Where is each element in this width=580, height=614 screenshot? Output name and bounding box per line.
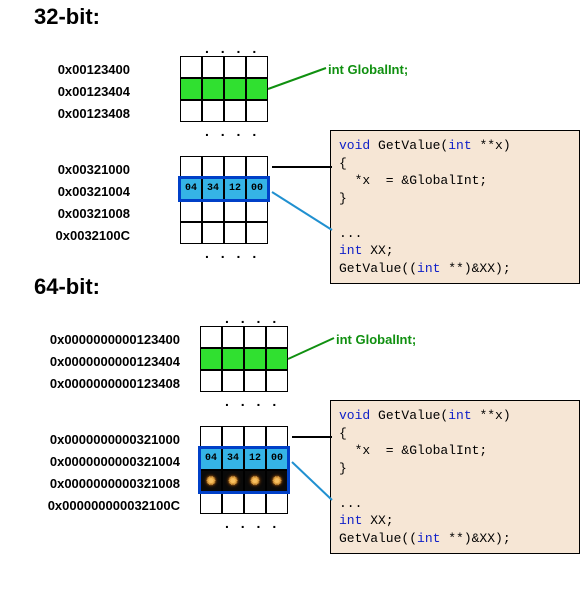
byte-cell: 34 [222, 448, 244, 470]
diagram: 32-bit: . . . . 0x00123400 0x00123404 0x… [0, 0, 580, 614]
addr-64-b0: 0x0000000000321000 [0, 432, 180, 447]
mem-grid-32-top [180, 56, 268, 122]
overflow-icon: ✺ [244, 470, 266, 492]
mem-grid-64-top [200, 326, 288, 392]
overflow-icon: ✺ [200, 470, 222, 492]
addr-64-2: 0x0000000000123408 [0, 376, 180, 391]
addr-64-1: 0x0000000000123404 [0, 354, 180, 369]
code-box-32: void GetValue(int **x) { *x = &GlobalInt… [330, 130, 580, 284]
addr-64-b2: 0x0000000000321008 [0, 476, 180, 491]
byte-cell: 04 [180, 178, 202, 200]
addr-32-2: 0x00123408 [20, 106, 130, 121]
title-64bit: 64-bit: [34, 274, 100, 300]
addr-32-b0: 0x00321000 [20, 162, 130, 177]
addr-64-0: 0x0000000000123400 [0, 332, 180, 347]
code-box-64: void GetValue(int **x) { *x = &GlobalInt… [330, 400, 580, 554]
byte-cell: 34 [202, 178, 224, 200]
byte-cell: 00 [266, 448, 288, 470]
byte-cell: 00 [246, 178, 268, 200]
addr-64-b3: 0x000000000032100C [0, 498, 180, 513]
addr-32-b1: 0x00321004 [20, 184, 130, 199]
ellipsis: . . . . [205, 40, 260, 56]
ellipsis: . . . . [225, 515, 280, 531]
ellipsis: . . . . [225, 393, 280, 409]
byte-cell: 12 [224, 178, 246, 200]
addr-64-b1: 0x0000000000321004 [0, 454, 180, 469]
ellipsis: . . . . [205, 123, 260, 139]
label-globalint-32: int GlobalInt; [328, 62, 408, 77]
addr-32-b3: 0x0032100C [20, 228, 130, 243]
mem-grid-32-bot: 04 34 12 00 [180, 156, 268, 244]
byte-cell: 12 [244, 448, 266, 470]
ellipsis: . . . . [205, 245, 260, 261]
mem-grid-64-bot: 04 34 12 00 ✺ ✺ ✺ ✺ [200, 426, 288, 514]
addr-32-0: 0x00123400 [20, 62, 130, 77]
overflow-icon: ✺ [266, 470, 288, 492]
overflow-icon: ✺ [222, 470, 244, 492]
ellipsis: . . . . [225, 310, 280, 326]
title-32bit: 32-bit: [34, 4, 100, 30]
addr-32-1: 0x00123404 [20, 84, 130, 99]
byte-cell: 04 [200, 448, 222, 470]
label-globalint-64: int GlobalInt; [336, 332, 416, 347]
addr-32-b2: 0x00321008 [20, 206, 130, 221]
